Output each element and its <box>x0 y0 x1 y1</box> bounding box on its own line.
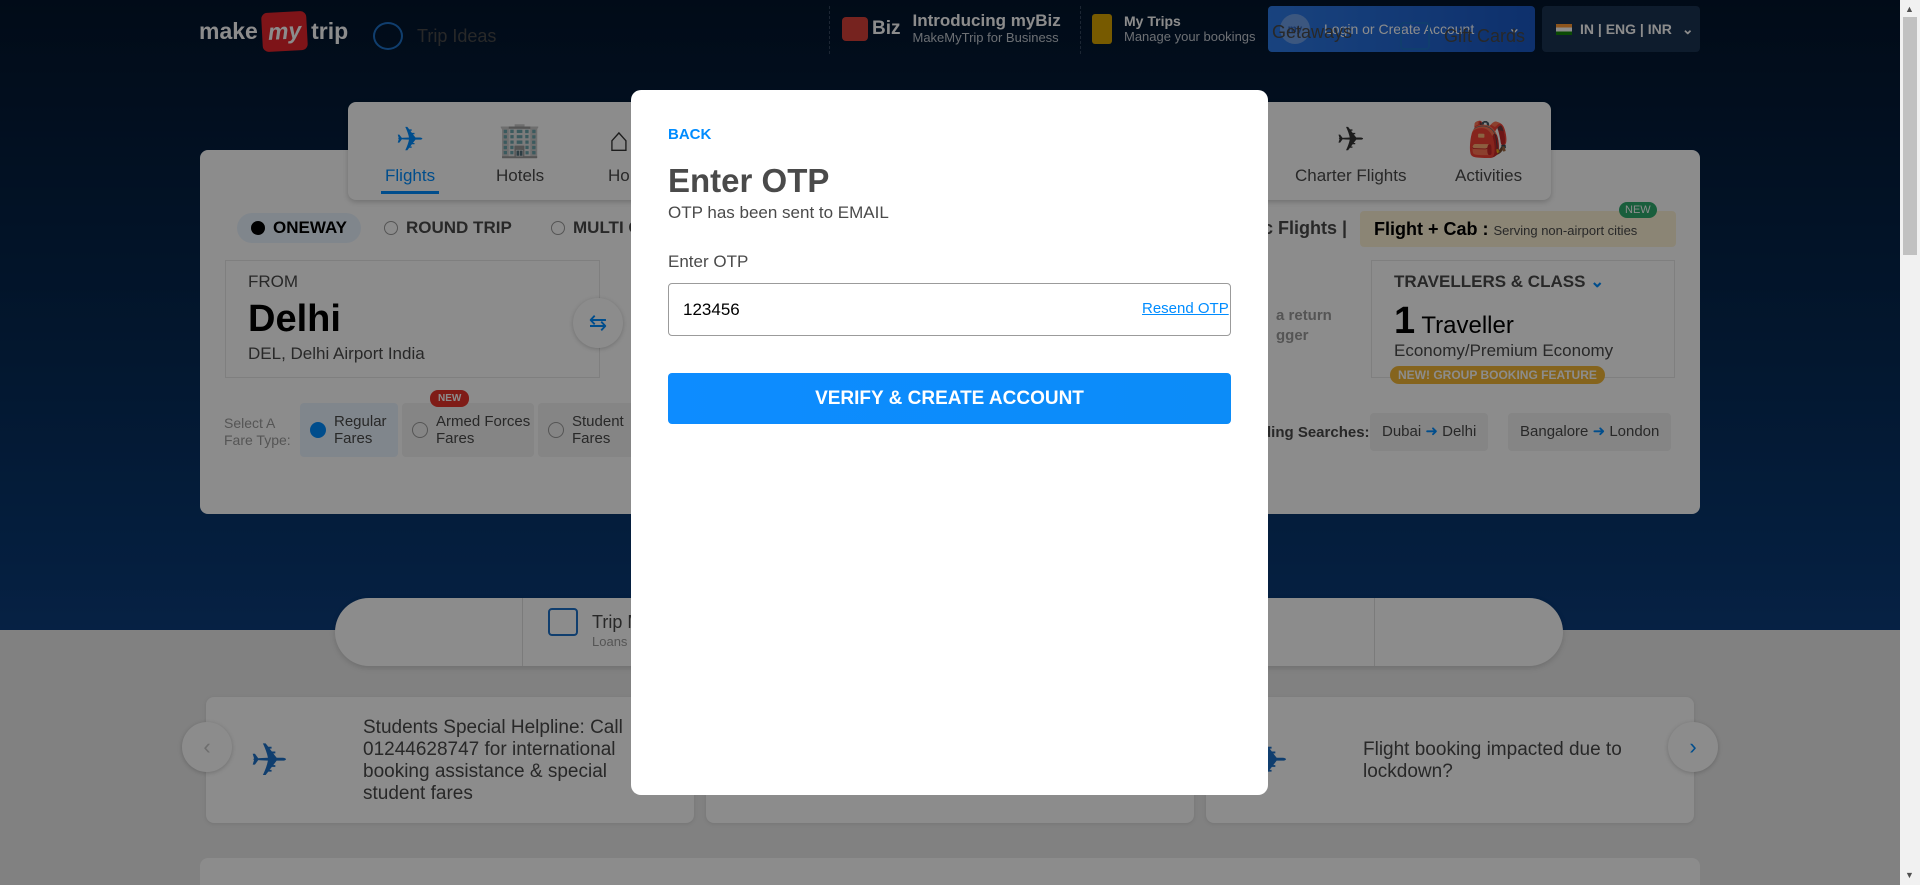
otp-label: Enter OTP <box>668 252 749 271</box>
back-button[interactable]: BACK <box>668 126 711 143</box>
modal-subtitle: OTP has been sent to EMAIL <box>668 203 889 222</box>
scrollbar[interactable]: ▲ ▼ <box>1900 0 1920 885</box>
scrollbar-thumb[interactable] <box>1903 17 1917 255</box>
otp-modal: BACK Enter OTP OTP has been sent to EMAI… <box>631 90 1268 795</box>
verify-create-account-button[interactable]: VERIFY & CREATE ACCOUNT <box>668 373 1231 424</box>
scroll-down-icon[interactable]: ▼ <box>1905 870 1914 880</box>
modal-title: Enter OTP <box>668 162 830 199</box>
resend-otp-link[interactable]: Resend OTP <box>1142 300 1229 317</box>
scroll-up-icon[interactable]: ▲ <box>1905 4 1914 14</box>
